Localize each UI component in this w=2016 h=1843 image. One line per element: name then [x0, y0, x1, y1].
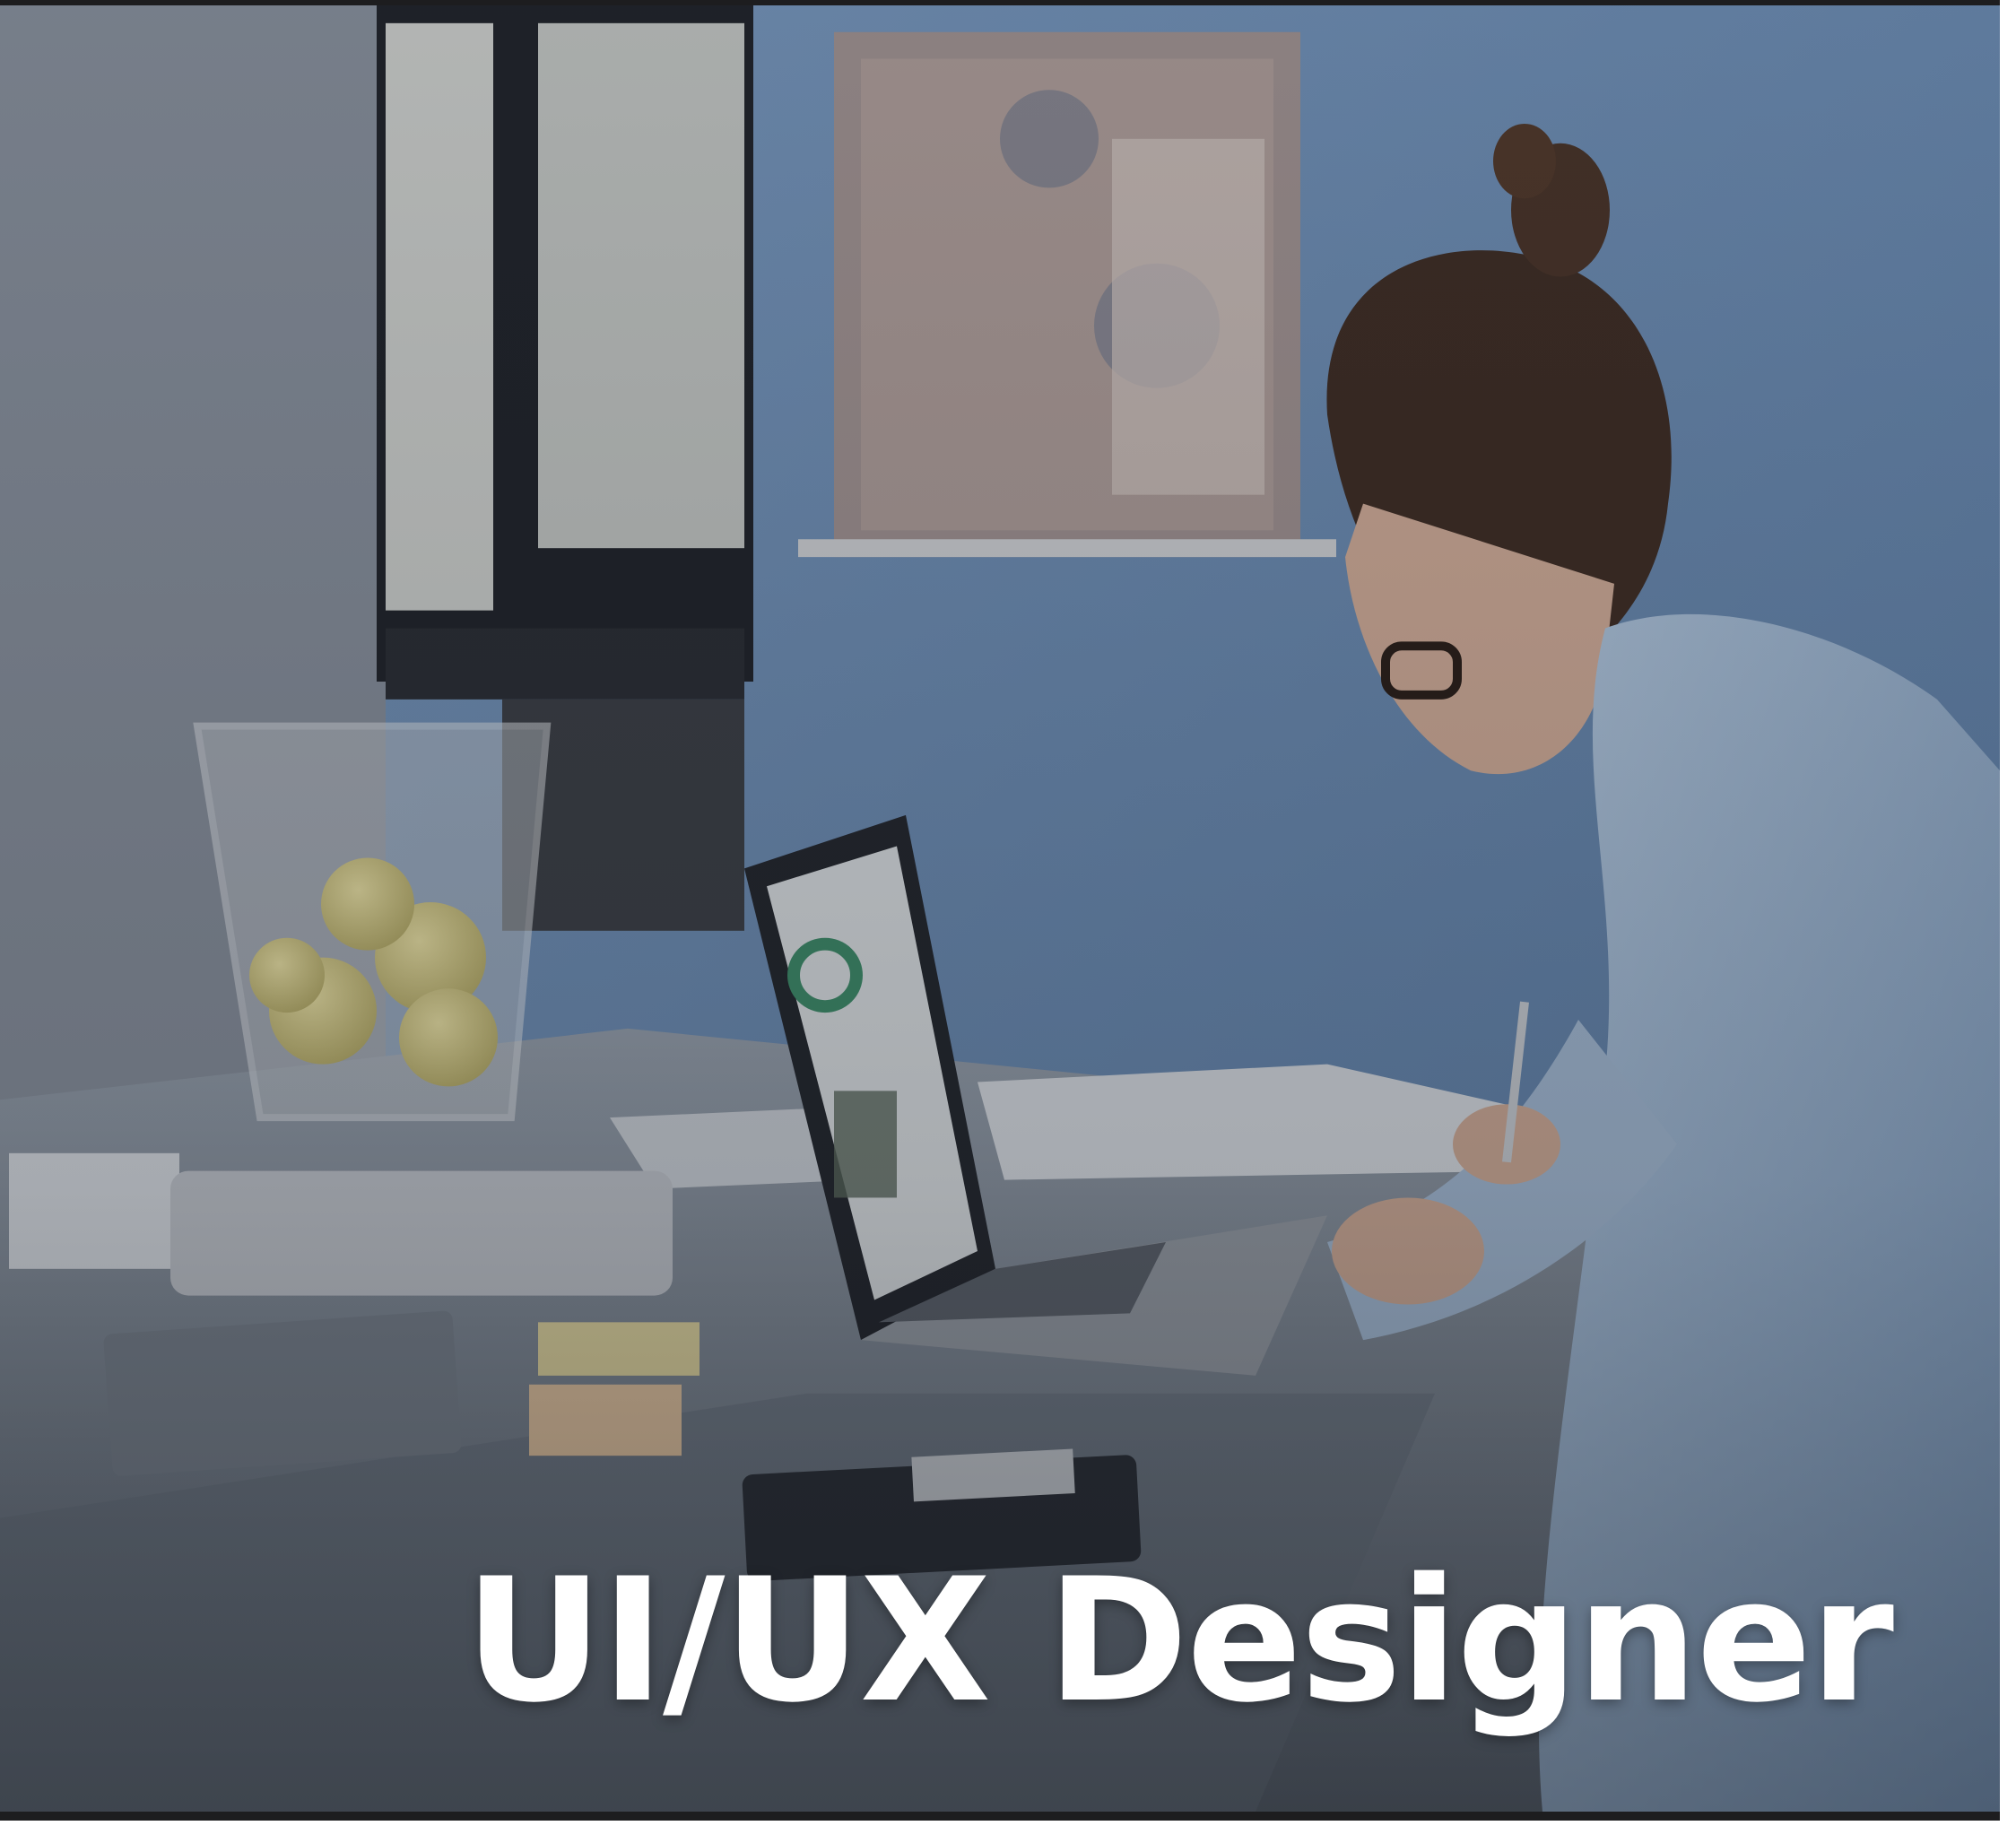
- card-background-photo: [0, 5, 2000, 1812]
- photo-card[interactable]: UI/UX Designer: [0, 0, 2000, 1821]
- card-title: UI/UX Designer: [465, 1542, 1894, 1740]
